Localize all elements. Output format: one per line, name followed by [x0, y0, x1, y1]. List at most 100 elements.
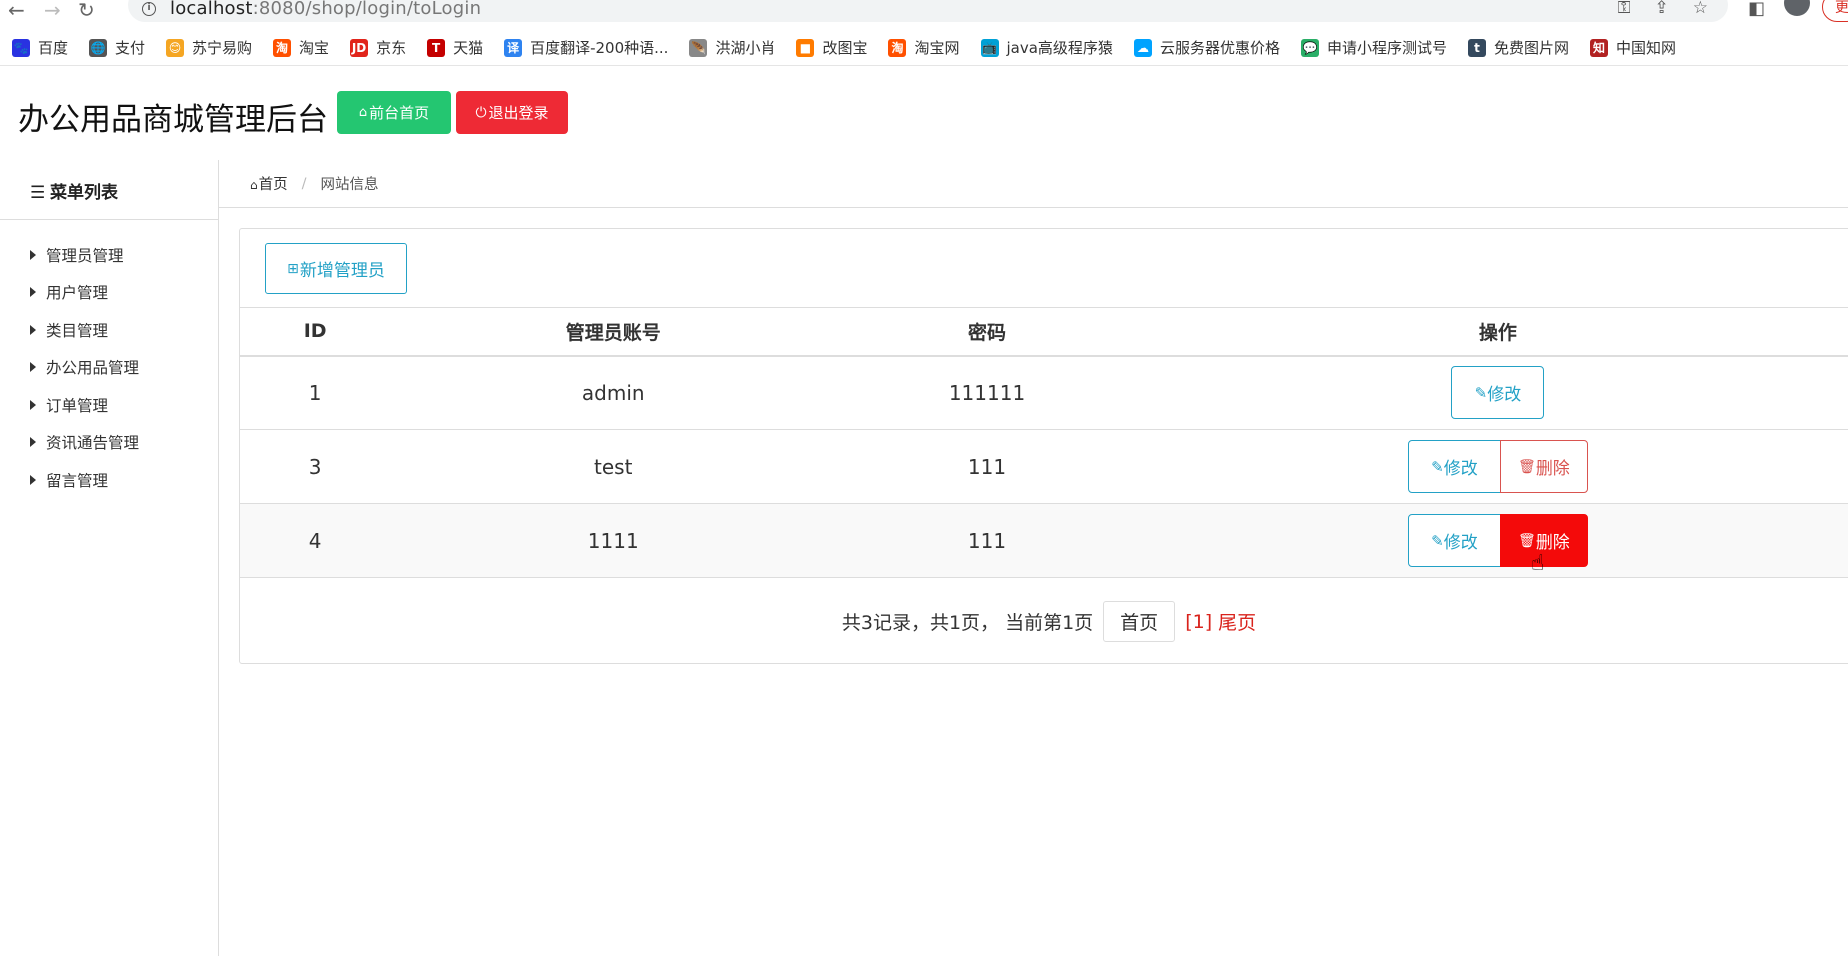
bookmark-label: 改图宝: [822, 39, 868, 57]
bookmark-label: 淘宝网: [914, 39, 960, 57]
bookmark-item[interactable]: T 天猫: [427, 37, 483, 58]
admin-table: ID 管理员账号 密码 操作 1 admin 111111 ✎ 修改 3 test…: [240, 307, 1848, 578]
caret-right-icon: [30, 437, 36, 448]
bookmark-favicon-icon: 🌐: [89, 38, 108, 57]
cell-password: 111: [836, 429, 1138, 504]
sidebar-item[interactable]: 类目管理: [30, 311, 139, 349]
home-icon: ⌂: [358, 105, 368, 120]
bookmark-item[interactable]: 淘淘宝: [273, 37, 329, 58]
cell-id: 4: [240, 503, 391, 578]
bookmarks-bar: 🐾 百度 🌐 支付 😊 苏宁易购淘淘宝 JD 京东 T 天猫译百度翻译-200种语... 🪶 洪湖小肖…: [0, 30, 1848, 66]
cell-account: test: [390, 429, 837, 504]
cell-actions: ✎ 修改 🗑 删除: [1137, 503, 1848, 578]
update-button[interactable]: 更: [1822, 0, 1848, 22]
table-row: 1 admin 111111 ✎ 修改: [240, 355, 1848, 430]
pagination-summary: 共3记录，共1页， 当前第1页: [841, 612, 1094, 634]
bookmark-favicon-icon: 🐾: [12, 38, 30, 57]
pagination: 共3记录，共1页， 当前第1页 首页 [1] 尾页: [240, 601, 1848, 642]
sidebar-item-label: 用户管理: [46, 284, 109, 303]
caret-right-icon: [30, 474, 36, 485]
hand-cursor-icon: ☝: [1531, 551, 1545, 576]
menu-title: ☰ 菜单列表: [30, 183, 118, 203]
url-text[interactable]: localhost:8080/shop/login/toLogin: [170, 0, 481, 19]
table-row: 3 test 111 ✎ 修改 🗑 删除: [240, 429, 1848, 504]
menu-list: 管理员管理用户管理类目管理办公用品管理 订单管理资讯通告管理留言管理: [30, 236, 139, 499]
sidebar-item[interactable]: 留言管理: [30, 461, 139, 499]
bookmark-item[interactable]: t 免费图片网: [1467, 37, 1569, 58]
sidebar-item-label: 留言管理: [46, 471, 109, 490]
caret-right-icon: [30, 287, 36, 298]
bookmark-item[interactable]: 知中国知网: [1589, 37, 1676, 58]
sidebar-item-label: 订单管理: [46, 396, 109, 415]
bookmark-item[interactable]: 淘淘宝网: [888, 37, 960, 58]
sidebar-item[interactable]: 订单管理: [30, 386, 139, 424]
bookmark-item[interactable]: JD 京东: [350, 37, 406, 58]
last-page-link[interactable]: 尾页: [1218, 608, 1256, 635]
admin-panel: ⊞ 新增管理员 ID 管理员账号 密码 操作 1 admin 111111 ✎ 修改…: [239, 228, 1848, 664]
bookmark-item[interactable]: 🌐 支付: [89, 37, 145, 58]
edit-button[interactable]: ✎ 修改: [1407, 514, 1501, 567]
column-header-id: ID: [240, 307, 391, 357]
site-info-icon[interactable]: i: [142, 2, 156, 16]
bookmark-item[interactable]: 😊 苏宁易购: [166, 37, 252, 58]
cell-password: 111: [836, 503, 1138, 578]
front-home-button[interactable]: ⌂ 前台首页: [337, 91, 451, 134]
delete-button[interactable]: 🗑 删除: [1499, 440, 1588, 493]
column-header-actions: 操作: [1137, 307, 1848, 357]
first-page-button[interactable]: 首页: [1103, 601, 1176, 642]
edit-button[interactable]: ✎ 修改: [1451, 366, 1545, 420]
sidebar-item[interactable]: 资讯通告管理: [30, 424, 139, 462]
edit-icon: ✎: [1474, 383, 1488, 402]
menu-divider: [0, 219, 219, 220]
column-header-account: 管理员账号: [390, 307, 837, 357]
bookmark-item[interactable]: 📺 java高级程序猿: [980, 37, 1113, 58]
key-icon[interactable]: ⚿: [1618, 0, 1631, 18]
share-icon[interactable]: ⇪: [1655, 0, 1669, 18]
star-icon[interactable]: ☆: [1693, 0, 1708, 18]
bookmark-label: java高级程序猿: [1006, 39, 1113, 57]
bookmark-label: 天猫: [453, 39, 484, 57]
bookmark-item[interactable]: 💬 申请小程序测试号: [1300, 37, 1447, 58]
back-arrow-icon[interactable]: ←: [8, 0, 25, 22]
list-icon: ☰: [30, 183, 46, 203]
forward-arrow-icon[interactable]: →: [44, 0, 61, 22]
bookmark-label: 申请小程序测试号: [1326, 39, 1447, 57]
trash-icon: 🗑: [1518, 532, 1536, 549]
profile-avatar-icon[interactable]: [1784, 0, 1810, 16]
sidebar-item-label: 类目管理: [46, 321, 109, 340]
caret-right-icon: [30, 399, 36, 410]
edit-button[interactable]: ✎ 修改: [1407, 440, 1501, 493]
edit-icon: ✎: [1431, 531, 1444, 550]
sidebar-item[interactable]: 管理员管理: [30, 236, 139, 274]
reload-icon[interactable]: ↻: [78, 0, 95, 22]
sidebar-item[interactable]: 用户管理: [30, 274, 139, 312]
bookmark-item[interactable]: 译百度翻译-200种语...: [504, 37, 668, 58]
page-title: 办公用品商城管理后台: [18, 102, 328, 138]
sidebar-item[interactable]: 办公用品管理: [30, 349, 139, 387]
caret-right-icon: [30, 324, 36, 335]
bookmark-label: 支付: [115, 39, 146, 57]
side-panel-icon[interactable]: ◧: [1748, 0, 1765, 19]
address-bar[interactable]: i localhost:8080/shop/login/toLogin ⚿ ⇪ …: [128, 0, 1728, 22]
bookmark-item[interactable]: ■ 改图宝: [796, 37, 867, 58]
bookmark-label: 苏宁易购: [192, 39, 253, 57]
bookmark-favicon-icon: ☁: [1133, 38, 1152, 57]
edit-icon: ✎: [1431, 457, 1444, 476]
cell-account: 1111: [390, 503, 837, 578]
bookmark-item[interactable]: 🐾 百度: [12, 37, 68, 58]
sidebar-item-label: 办公用品管理: [46, 359, 140, 378]
bookmark-item[interactable]: ☁ 云服务器优惠价格: [1133, 37, 1280, 58]
cell-actions: ✎ 修改: [1137, 355, 1848, 430]
table-header: ID 管理员账号 密码 操作: [240, 307, 1848, 357]
current-page-link[interactable]: [1]: [1185, 611, 1212, 633]
add-admin-button[interactable]: ⊞ 新增管理员: [265, 243, 407, 294]
plus-square-icon: ⊞: [287, 260, 299, 277]
cell-id: 3: [240, 429, 391, 504]
logout-button[interactable]: ⏻ 退出登录: [456, 91, 568, 134]
cell-password: 111111: [836, 355, 1138, 430]
breadcrumb-home[interactable]: ⌂首页: [250, 173, 288, 194]
bookmark-item[interactable]: 🪶 洪湖小肖: [689, 37, 775, 58]
caret-right-icon: [30, 249, 36, 260]
bookmark-favicon-icon: 💬: [1300, 38, 1319, 57]
breadcrumb-current: 网站信息: [320, 177, 379, 193]
